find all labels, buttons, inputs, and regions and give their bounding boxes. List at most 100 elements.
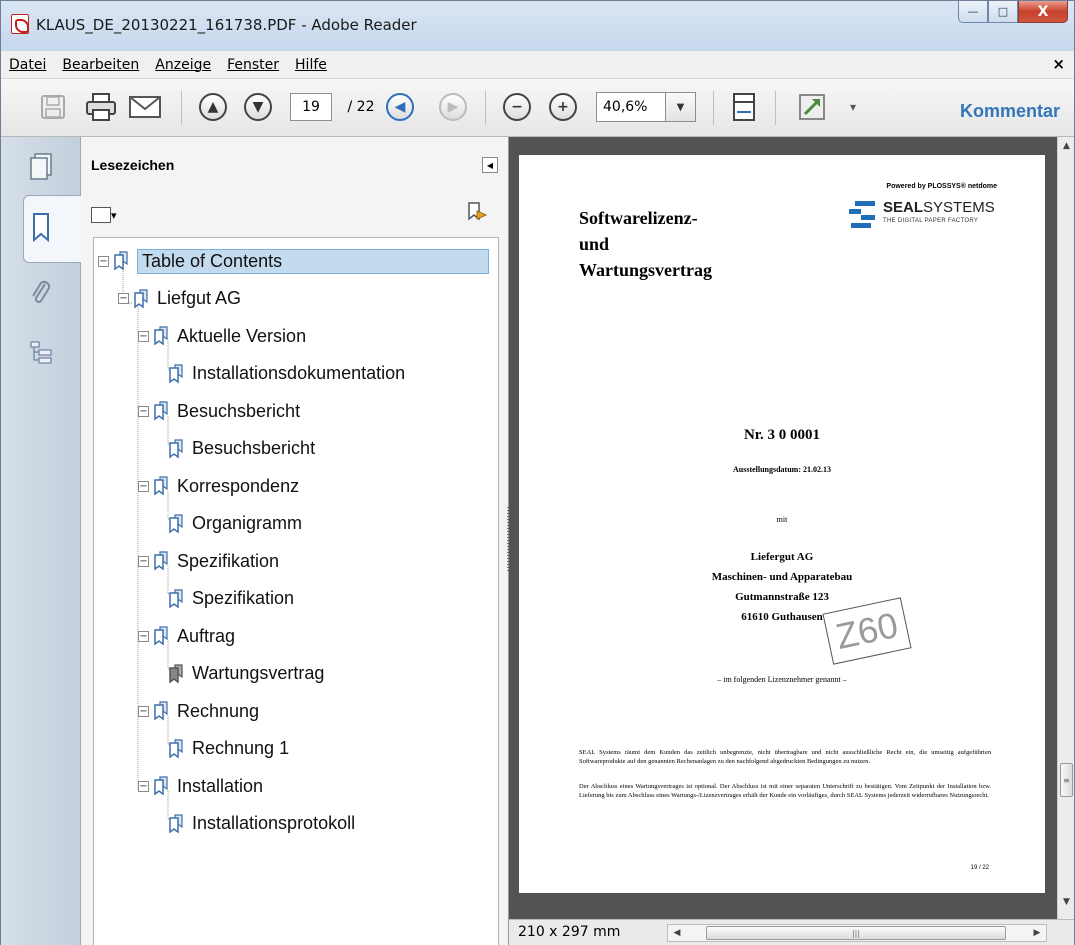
bookmark-label: Rechnung 1 <box>192 738 290 758</box>
horizontal-scroll-thumb[interactable]: ||| <box>706 926 1006 940</box>
bookmark-options-button[interactable]: ▾ <box>91 205 125 225</box>
arrow-right-icon: ▶ <box>439 93 467 121</box>
address-line: Liefergut AG <box>750 551 814 563</box>
customer-address: Liefergut AG Maschinen- und Apparatebau … <box>519 547 1045 627</box>
save-button[interactable] <box>37 91 69 123</box>
fit-page-button[interactable] <box>727 91 761 123</box>
bookmark-label: Table of Contents <box>137 248 489 274</box>
maximize-icon: □ <box>997 5 1009 18</box>
zoom-select[interactable]: 40,6% ▼ <box>595 91 697 123</box>
bookmark-item[interactable]: − Spezifikation <box>138 546 279 576</box>
collapse-toggle-icon[interactable]: − <box>138 555 149 567</box>
scroll-left-icon[interactable]: ◀ <box>668 925 686 941</box>
bookmark-item[interactable]: − Installation <box>138 771 263 801</box>
collapse-toggle-icon[interactable]: − <box>138 630 149 642</box>
attachments-button[interactable] <box>23 273 59 313</box>
bookmark-label: Rechnung <box>177 700 260 721</box>
bookmark-item[interactable]: − Korrespondenz <box>138 471 299 501</box>
seal-systems-logo-icon <box>849 201 875 228</box>
document-close-button[interactable]: × <box>1052 55 1065 73</box>
page-number-input[interactable]: 19 <box>290 93 332 121</box>
maintenance-paragraph: Der Abschluss eines Wartungsvertrages is… <box>579 783 991 799</box>
collapse-toggle-icon[interactable]: − <box>138 480 149 492</box>
print-button[interactable] <box>83 91 119 123</box>
collapse-toggle-icon[interactable]: − <box>138 780 149 792</box>
zoom-value: 40,6% <box>596 92 666 122</box>
address-line: Gutmannstraße 123 <box>735 591 829 603</box>
close-button[interactable]: X <box>1018 1 1068 23</box>
previous-page-button[interactable]: ▲ <box>197 91 229 123</box>
scroll-thumb[interactable]: ≡ <box>1060 763 1073 797</box>
expand-bookmark-button[interactable] <box>466 201 488 223</box>
bookmark-item[interactable]: Besuchsbericht <box>168 434 315 464</box>
minimize-button[interactable]: — <box>958 1 988 23</box>
bookmark-icon <box>33 213 49 242</box>
back-view-button[interactable]: ◀ <box>384 91 416 123</box>
collapse-toggle-icon[interactable]: − <box>138 705 149 717</box>
title-bar: KLAUS_DE_20130221_161738.PDF - Adobe Rea… <box>1 1 1074 51</box>
envelope-icon <box>129 96 161 118</box>
title-line-3: Wartungsvertrag <box>579 260 712 280</box>
bookmarks-panel: Lesezeichen ◀ ▾ − Table of Contents − Liefg… <box>81 137 509 945</box>
scroll-up-icon[interactable]: ▲ <box>1058 137 1075 154</box>
bookmark-label: Aktuelle Version <box>177 325 307 346</box>
pdf-page: Softwarelizenz- und Wartungsvertrag Powe… <box>519 155 1045 893</box>
maximize-button[interactable]: □ <box>988 1 1018 23</box>
toolbar-options-button[interactable]: ▾ <box>843 91 863 123</box>
zoom-in-button[interactable]: + <box>547 91 579 123</box>
bookmark-item[interactable]: Organigramm <box>168 509 302 539</box>
document-view: Softwarelizenz- und Wartungsvertrag Powe… <box>509 137 1057 919</box>
printer-icon <box>86 93 116 121</box>
plus-icon: + <box>549 93 577 121</box>
collapse-toggle-icon[interactable]: − <box>118 293 129 304</box>
bookmark-icon <box>169 588 183 608</box>
scroll-right-icon[interactable]: ▶ <box>1028 925 1046 941</box>
bookmark-item[interactable]: Installationsdokumentation <box>168 359 405 389</box>
document-title: Softwarelizenz- und Wartungsvertrag <box>579 205 712 283</box>
layers-button[interactable] <box>23 333 59 373</box>
collapse-toggle-icon[interactable]: − <box>138 405 149 417</box>
collapse-toggle-icon[interactable]: − <box>98 255 109 267</box>
options-icon <box>91 207 111 223</box>
zoom-out-button[interactable]: − <box>501 91 533 123</box>
bookmark-item[interactable]: − Liefgut AG <box>118 284 241 314</box>
scroll-down-icon[interactable]: ▼ <box>1058 893 1075 910</box>
email-button[interactable] <box>125 91 165 123</box>
bookmark-item[interactable]: Rechnung 1 <box>168 734 289 764</box>
comment-panel-button[interactable]: Kommentar <box>960 101 1060 122</box>
navigation-pane-strip <box>1 137 81 945</box>
bookmark-item[interactable]: Wartungsvertrag <box>168 659 324 689</box>
bookmark-item[interactable]: − Rechnung <box>138 696 259 726</box>
arrow-up-icon: ▲ <box>199 93 227 121</box>
bookmark-label: Installation <box>177 775 264 796</box>
menu-hilfe[interactable]: Hilfe <box>287 57 335 73</box>
forward-view-button[interactable]: ▶ <box>437 91 469 123</box>
page-thumbnails-button[interactable] <box>23 147 59 187</box>
bookmark-icon <box>154 326 168 346</box>
address-line: 61610 Guthausen <box>741 611 823 623</box>
issue-date: Ausstellungsdatum: 21.02.13 <box>732 465 831 474</box>
bookmarks-button[interactable] <box>23 207 59 247</box>
collapse-panel-button[interactable]: ◀ <box>482 157 498 173</box>
collapse-toggle-icon[interactable]: − <box>138 330 149 342</box>
menu-bearbeiten[interactable]: Bearbeiten <box>54 57 147 73</box>
logo-rest: SYSTEMS <box>923 199 995 216</box>
menu-anzeige[interactable]: Anzeige <box>147 57 219 73</box>
next-page-button[interactable]: ▼ <box>242 91 274 123</box>
bookmark-icon <box>154 626 168 646</box>
horizontal-scrollbar[interactable]: ◀ ||| ▶ <box>667 924 1047 942</box>
bookmark-item[interactable]: Spezifikation <box>168 584 294 614</box>
bookmark-item[interactable]: − Auftrag <box>138 621 235 651</box>
bookmark-item[interactable]: − Table of Contents <box>98 246 489 276</box>
menu-fenster[interactable]: Fenster <box>219 57 287 73</box>
menu-datei[interactable]: Datei <box>1 57 54 73</box>
toolbar-separator <box>713 91 714 125</box>
bookmark-item[interactable]: − Besuchsbericht <box>138 396 300 426</box>
bookmark-label: Installationsprotokoll <box>192 813 356 833</box>
adobe-reader-icon <box>11 14 29 34</box>
bookmark-item[interactable]: Installationsprotokoll <box>168 809 355 839</box>
vertical-scrollbar[interactable]: ▲ ≡ ▼ <box>1057 137 1074 919</box>
chevron-down-icon: ▼ <box>666 92 696 122</box>
bookmark-item[interactable]: − Aktuelle Version <box>138 321 306 351</box>
full-screen-button[interactable] <box>795 91 829 123</box>
